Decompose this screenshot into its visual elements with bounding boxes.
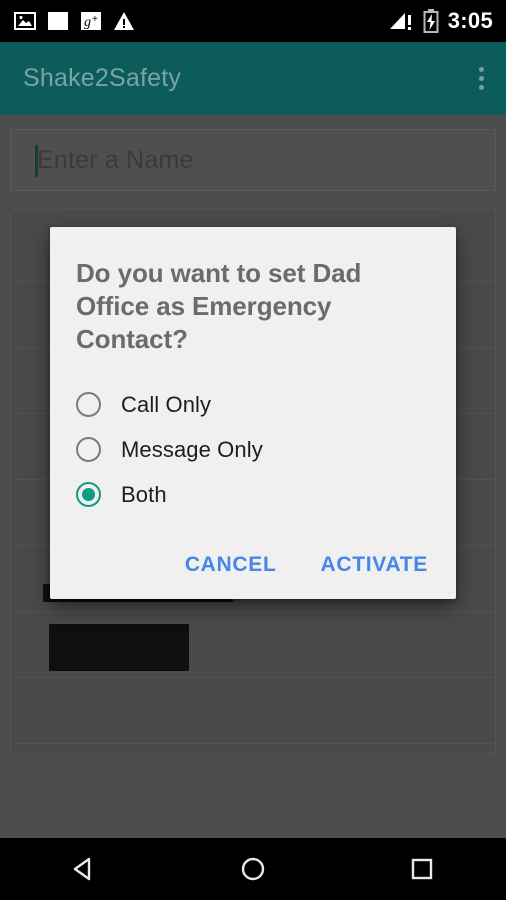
phone-screen: g + 3:05 Shake2Safety Enter a Name Do yo… [0, 0, 506, 900]
svg-text:+: + [92, 14, 98, 25]
dialog-actions: CANCEL ACTIVATE [76, 527, 430, 599]
overflow-menu-icon[interactable] [479, 67, 506, 90]
back-triangle-icon [74, 857, 91, 881]
status-bar: g + 3:05 [0, 0, 506, 42]
image-icon [14, 12, 36, 30]
radio-label: Both [121, 481, 167, 507]
signal-warning-icon [389, 13, 411, 30]
navigation-bar [0, 838, 506, 900]
app-title: Shake2Safety [23, 64, 182, 92]
radio-option-message-only[interactable]: Message Only [76, 427, 430, 472]
blank-square-icon [48, 12, 68, 30]
status-bar-system-icons: 3:05 [388, 9, 506, 33]
battery-charging-icon [423, 9, 439, 33]
svg-text:g: g [84, 15, 91, 30]
status-bar-notification-icons: g + [0, 10, 135, 32]
radio-button-unselected-icon [76, 437, 101, 462]
home-button[interactable] [218, 838, 288, 900]
back-button[interactable] [49, 838, 119, 900]
recents-square-icon [411, 858, 432, 880]
google-plus-icon: g + [81, 12, 101, 30]
radio-option-call-only[interactable]: Call Only [76, 382, 430, 427]
activate-button[interactable]: ACTIVATE [321, 553, 428, 577]
radio-option-both[interactable]: Both [76, 472, 430, 517]
recents-button[interactable] [387, 838, 457, 900]
dialog-title: Do you want to set Dad Office as Emergen… [76, 258, 362, 354]
home-circle-icon [241, 857, 265, 881]
radio-button-unselected-icon [76, 392, 101, 417]
emergency-contact-dialog: Do you want to set Dad Office as Emergen… [50, 227, 456, 599]
app-bar: Shake2Safety [0, 42, 506, 115]
radio-button-selected-icon [76, 482, 101, 507]
radio-label: Message Only [121, 436, 263, 462]
radio-label: Call Only [121, 391, 212, 417]
warning-triangle-icon [114, 12, 134, 30]
cancel-button[interactable]: CANCEL [185, 553, 277, 577]
dialog-radio-group: Call Only Message Only Both [76, 382, 430, 527]
status-bar-clock: 3:05 [447, 8, 493, 33]
